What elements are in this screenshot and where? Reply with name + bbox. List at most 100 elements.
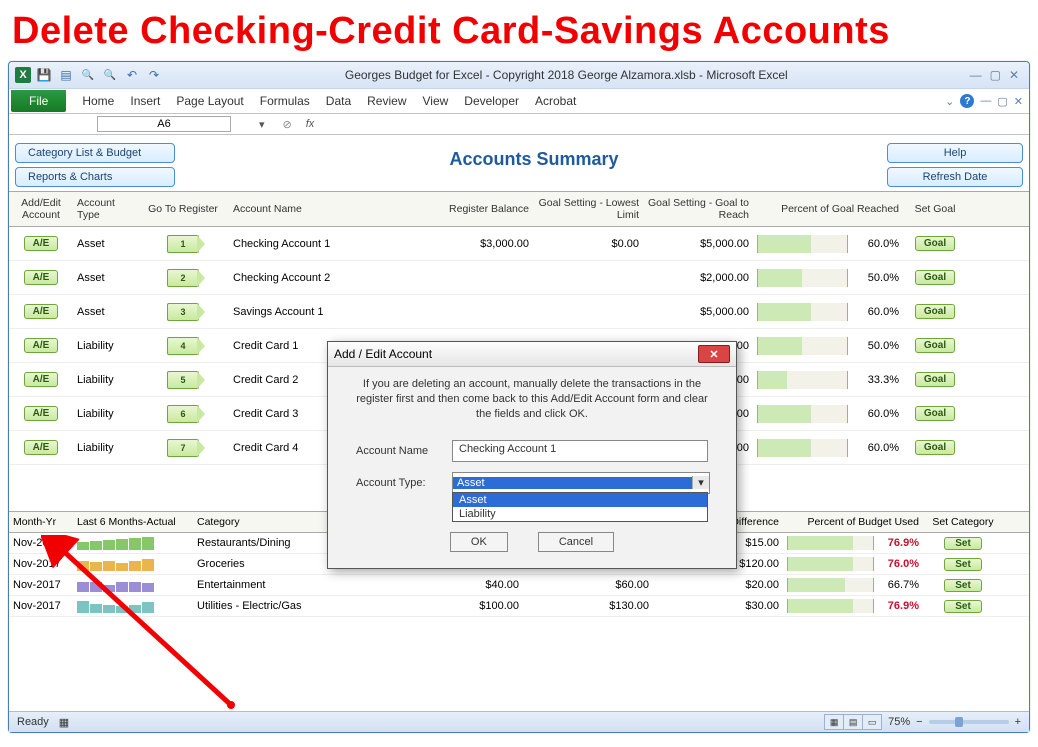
col-pct-goal: Percent of Goal Reached [753,203,903,215]
month-yr-cell: Nov-2017 [9,537,73,549]
sparkline-chart [77,599,189,613]
account-type-cell: Liability [73,340,137,352]
macro-icon[interactable]: ▦ [59,716,69,729]
refresh-date-button[interactable]: Refresh Date [887,167,1023,187]
fx-icon[interactable]: fx [306,118,315,130]
cancel-button[interactable]: Cancel [538,532,614,552]
go-to-register-button[interactable]: 4 [167,337,199,355]
namebox-dropdown-icon[interactable]: ▾ [259,118,265,131]
set-goal-button[interactable]: Goal [915,372,955,387]
dialog-close-icon[interactable]: ✕ [698,345,730,363]
add-edit-button[interactable]: A/E [24,236,59,251]
expense-row: Nov-2017Entertainment$40.00$60.00$20.006… [9,575,1029,596]
tab-formulas[interactable]: Formulas [260,94,310,108]
cancel-formula-icon[interactable]: ⊘ [283,118,292,131]
ribbon-restore-icon[interactable]: ▢ [997,95,1007,108]
add-edit-button[interactable]: A/E [24,270,59,285]
tab-insert[interactable]: Insert [130,94,160,108]
chevron-down-icon[interactable]: ▾ [692,476,709,489]
add-edit-button[interactable]: A/E [24,440,59,455]
view-layout-icon[interactable]: ▤ [843,714,863,730]
col-pct-budget: Percent of Budget Used [783,516,923,528]
redo-icon[interactable]: ↷ [145,66,163,84]
file-tab[interactable]: File [11,90,66,112]
worksheet-area: Category List & Budget Reports & Charts … [9,135,1029,710]
account-type-select[interactable]: Asset ▾ [452,472,710,494]
lowest-limit-cell: $0.00 [533,238,643,250]
goal-to-reach-cell: $2,000.00 [643,272,753,284]
maximize-icon[interactable]: ▢ [990,68,1001,82]
pct-budget-cell: 76.0% [787,557,919,571]
tab-home[interactable]: Home [82,94,114,108]
go-to-register-button[interactable]: 7 [167,439,199,457]
set-category-button[interactable]: Set [944,579,982,592]
account-name-input[interactable]: Checking Account 1 [452,440,708,462]
tab-acrobat[interactable]: Acrobat [535,94,576,108]
tab-review[interactable]: Review [367,94,406,108]
ok-button[interactable]: OK [450,532,508,552]
undo-icon[interactable]: ↶ [123,66,141,84]
help-icon[interactable]: ? [960,94,974,108]
set-goal-button[interactable]: Goal [915,338,955,353]
pct-goal-cell: 60.0% [757,235,899,253]
set-category-button[interactable]: Set [944,537,982,550]
zoom-in-icon[interactable]: + [1015,716,1021,728]
close-window-icon[interactable]: ✕ [1009,68,1019,82]
set-goal-button[interactable]: Goal [915,406,955,421]
tab-data[interactable]: Data [326,94,351,108]
month-yr-cell: Nov-2017 [9,600,73,612]
zoom-out-icon[interactable]: − [916,716,922,728]
dialog-title: Add / Edit Account [334,347,432,361]
category-list-button[interactable]: Category List & Budget [15,143,175,163]
add-edit-button[interactable]: A/E [24,304,59,319]
set-goal-button[interactable]: Goal [915,304,955,319]
pct-goal-cell: 50.0% [757,269,899,287]
dialog-message: If you are deleting an account, manually… [356,377,708,422]
account-type-cell: Liability [73,374,137,386]
view-break-icon[interactable]: ▭ [862,714,882,730]
set-category-button[interactable]: Set [944,600,982,613]
zoom-level[interactable]: 75% [888,716,910,728]
col-spark: Last 6 Months-Actual [73,516,193,528]
go-to-register-button[interactable]: 1 [167,235,199,253]
set-goal-button[interactable]: Goal [915,270,955,285]
view-normal-icon[interactable]: ▦ [824,714,844,730]
zoom-slider[interactable] [929,720,1009,724]
set-category-button[interactable]: Set [944,558,982,571]
col-goal-reach: Goal Setting - Goal to Reach [643,197,753,221]
tab-page-layout[interactable]: Page Layout [176,94,243,108]
tab-developer[interactable]: Developer [464,94,519,108]
tab-view[interactable]: View [423,94,449,108]
go-to-register-button[interactable]: 6 [167,405,199,423]
account-type-label: Account Type: [356,477,452,489]
go-to-register-button[interactable]: 5 [167,371,199,389]
set-goal-button[interactable]: Goal [915,236,955,251]
name-box[interactable]: A6 [97,116,231,132]
find-all-icon[interactable]: 🔍 [101,66,119,84]
formula-bar: A6 ▾ ⊘ fx [9,114,1029,135]
reports-charts-button[interactable]: Reports & Charts [15,167,175,187]
option-liability[interactable]: Liability [453,507,707,521]
ribbon-collapse-icon[interactable]: ⌄ [945,95,954,108]
add-edit-button[interactable]: A/E [24,338,59,353]
qat-icon[interactable]: ▤ [57,66,75,84]
add-edit-button[interactable]: A/E [24,372,59,387]
option-asset[interactable]: Asset [453,493,707,507]
category-cell: Utilities - Electric/Gas [193,600,393,612]
help-button[interactable]: Help [887,143,1023,163]
find-icon[interactable]: 🔍 [79,66,97,84]
pct-goal-cell: 60.0% [757,405,899,423]
go-to-register-button[interactable]: 2 [167,269,199,287]
ribbon-close-icon[interactable]: ✕ [1014,95,1023,108]
col-month-yr: Month-Yr [9,516,73,528]
sparkline-chart [77,536,189,550]
minimize-icon[interactable]: — [970,68,982,82]
ribbon-min-icon[interactable]: — [980,95,991,107]
col-account-name: Account Name [229,203,393,215]
account-type-cell: Asset [73,306,137,318]
go-to-register-button[interactable]: 3 [167,303,199,321]
set-goal-button[interactable]: Goal [915,440,955,455]
pct-goal-cell: 50.0% [757,337,899,355]
add-edit-button[interactable]: A/E [24,406,59,421]
save-icon[interactable]: 💾 [35,66,53,84]
